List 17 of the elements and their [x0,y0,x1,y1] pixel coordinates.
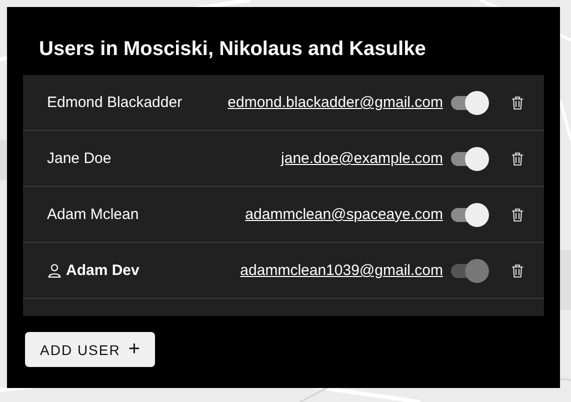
add-user-button[interactable]: ADD USER + [25,332,156,367]
user-name: Edmond Blackadder [47,94,182,111]
email-link[interactable]: adammclean@spaceaye.com [245,206,443,223]
user-name: Jane Doe [47,150,112,167]
trash-icon[interactable] [511,208,524,222]
email-link[interactable]: jane.doe@example.com [281,150,443,167]
trash-icon[interactable] [511,96,524,110]
toggle-switch[interactable] [451,90,489,114]
trash-icon[interactable] [511,152,524,166]
toggle-switch[interactable] [451,202,489,226]
dialog-title: Users in Mosciski, Nikolaus and Kasulke [39,37,427,61]
user-name: Adam Dev [66,262,140,279]
trash-icon[interactable] [511,264,524,278]
toggle-switch[interactable] [451,146,489,170]
email-link[interactable]: edmond.blackadder@gmail.com [228,94,443,111]
user-name: Adam Mclean [47,206,139,223]
person-icon [47,263,62,278]
